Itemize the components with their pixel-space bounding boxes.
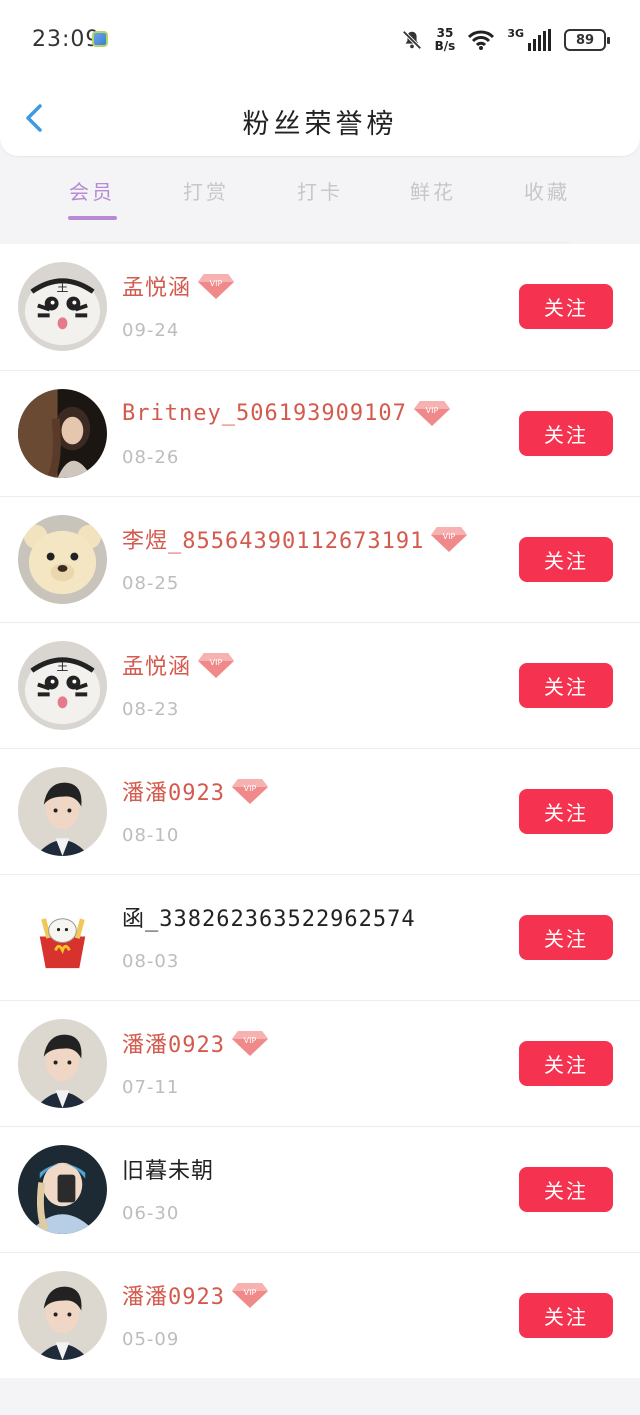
tab-tips[interactable]: 打赏 (161, 176, 251, 205)
vip-badge-text: VIP (244, 1288, 257, 1297)
tab-bar: 会员 打赏 打卡 鲜花 收藏 (0, 160, 640, 243)
diamond-vip-icon: VIP (231, 1283, 268, 1308)
signal-icon (528, 29, 551, 51)
fan-row[interactable]: 潘潘0923 VIP 08-10 关注 (0, 748, 640, 874)
fan-name: 孟悦涵 (122, 655, 192, 680)
fan-row[interactable]: 旧暮未朝 06-30 关注 (0, 1126, 640, 1252)
app-notification-icon (92, 31, 108, 47)
nav-bar: 粉丝荣誉榜 (0, 80, 640, 156)
avatar[interactable] (18, 767, 107, 856)
follow-button[interactable]: 关注 (519, 663, 613, 708)
bell-off-icon (402, 30, 422, 50)
avatar[interactable] (18, 515, 107, 604)
diamond-vip-icon: VIP (413, 401, 450, 426)
network-speed-unit: B/s (434, 39, 456, 53)
avatar[interactable] (18, 893, 107, 982)
fan-row[interactable]: 潘潘0923 VIP 07-11 关注 (0, 1000, 640, 1126)
status-time: 23:09 (32, 27, 101, 52)
fan-name: 潘潘0923 (122, 1033, 225, 1058)
follow-button[interactable]: 关注 (519, 1041, 613, 1086)
wifi-icon (468, 30, 495, 50)
fan-row[interactable]: 王 孟悦涵 VIP 09-24 关注 (0, 244, 640, 370)
fan-name: Britney_506193909107 (122, 400, 407, 426)
avatar[interactable]: 王 (18, 641, 107, 730)
vip-badge-text: VIP (244, 1036, 257, 1045)
fan-row[interactable]: Britney_506193909107 VIP 08-26 关注 (0, 370, 640, 496)
follow-button[interactable]: 关注 (519, 789, 613, 834)
fan-date: 05-09 (122, 1329, 180, 1350)
status-icons: 35 B/s 3G 89 (401, 26, 610, 54)
fan-date: 06-30 (122, 1203, 180, 1224)
vip-badge-text: VIP (210, 279, 223, 288)
screen: 23:09 35 B/s 3G 89 粉丝荣誉榜 会员 打赏 打卡 鲜花 收藏 … (0, 0, 640, 1415)
diamond-vip-icon: VIP (431, 527, 468, 552)
fan-date: 08-25 (122, 573, 180, 594)
fan-name-line: 旧暮未朝 (122, 1149, 214, 1189)
fan-name: 潘潘0923 (122, 781, 225, 806)
fan-name: 函_338262363522962574 (122, 907, 416, 932)
follow-button[interactable]: 关注 (519, 1293, 613, 1338)
fan-list: 王孟悦涵 VIP 09-24 关注 Britney_506193909107 VIP 08-… (0, 244, 640, 1378)
fan-row[interactable]: 潘潘0923 VIP 05-09 关注 (0, 1252, 640, 1378)
diamond-vip-icon: VIP (198, 653, 235, 678)
diamond-vip-icon: VIP (231, 1031, 268, 1056)
svg-text:王: 王 (57, 660, 69, 674)
fan-date: 07-11 (122, 1077, 180, 1098)
status-bar: 23:09 35 B/s 3G 89 (0, 0, 640, 80)
follow-button[interactable]: 关注 (519, 284, 613, 329)
fan-name-line: 潘潘0923 VIP (122, 1023, 269, 1063)
follow-button[interactable]: 关注 (519, 915, 613, 960)
avatar[interactable]: 王 (18, 262, 107, 351)
fan-name: 李煜_85564390112673191 (122, 529, 425, 554)
vip-badge-text: VIP (443, 532, 456, 541)
fan-row[interactable]: 函_338262363522962574 08-03 关注 (0, 874, 640, 1000)
fan-row[interactable]: 李煜_85564390112673191 VIP 08-25 关注 (0, 496, 640, 622)
tabs-divider (80, 242, 570, 243)
battery-indicator: 89 (564, 29, 610, 51)
vip-badge-text: VIP (244, 784, 257, 793)
avatar[interactable] (18, 1271, 107, 1360)
follow-button[interactable]: 关注 (519, 1167, 613, 1212)
avatar[interactable] (18, 1145, 107, 1234)
avatar[interactable] (18, 389, 107, 478)
follow-button[interactable]: 关注 (519, 411, 613, 456)
fan-date: 08-26 (122, 447, 180, 468)
fan-date: 08-10 (122, 825, 180, 846)
fan-name-line: 李煜_85564390112673191 VIP (122, 519, 468, 559)
fan-name-line: 孟悦涵 VIP (122, 266, 235, 306)
diamond-vip-icon: VIP (231, 779, 268, 804)
network-type: 3G (507, 26, 524, 40)
network-speed: 35 B/s (435, 27, 456, 53)
active-tab-indicator (68, 216, 117, 220)
vip-badge-text: VIP (210, 658, 223, 667)
fan-date: 09-24 (122, 320, 180, 341)
fan-name-line: 潘潘0923 VIP (122, 771, 269, 811)
fan-name: 旧暮未朝 (122, 1159, 215, 1184)
fan-row[interactable]: 王 孟悦涵 VIP 08-23 关注 (0, 622, 640, 748)
tab-favorites[interactable]: 收藏 (502, 176, 592, 205)
tab-checkin[interactable]: 打卡 (275, 176, 365, 205)
fan-name: 潘潘0923 (122, 1285, 225, 1310)
fan-name-line: 函_338262363522962574 (122, 897, 416, 937)
fan-name-line: Britney_506193909107 VIP (122, 393, 451, 433)
fan-date: 08-23 (122, 699, 180, 720)
vip-badge-text: VIP (426, 406, 439, 415)
fan-date: 08-03 (122, 951, 180, 972)
svg-text:王: 王 (57, 281, 69, 295)
diamond-vip-icon: VIP (198, 274, 235, 299)
tab-members[interactable]: 会员 (47, 176, 137, 205)
header-card: 23:09 35 B/s 3G 89 粉丝荣誉榜 (0, 0, 640, 156)
follow-button[interactable]: 关注 (519, 537, 613, 582)
fan-name-line: 孟悦涵 VIP (122, 645, 235, 685)
page-title: 粉丝荣誉榜 (242, 109, 398, 140)
fan-name-line: 潘潘0923 VIP (122, 1275, 269, 1315)
fan-name: 孟悦涵 (122, 276, 192, 301)
avatar[interactable] (18, 1019, 107, 1108)
tab-flowers[interactable]: 鲜花 (388, 176, 478, 205)
